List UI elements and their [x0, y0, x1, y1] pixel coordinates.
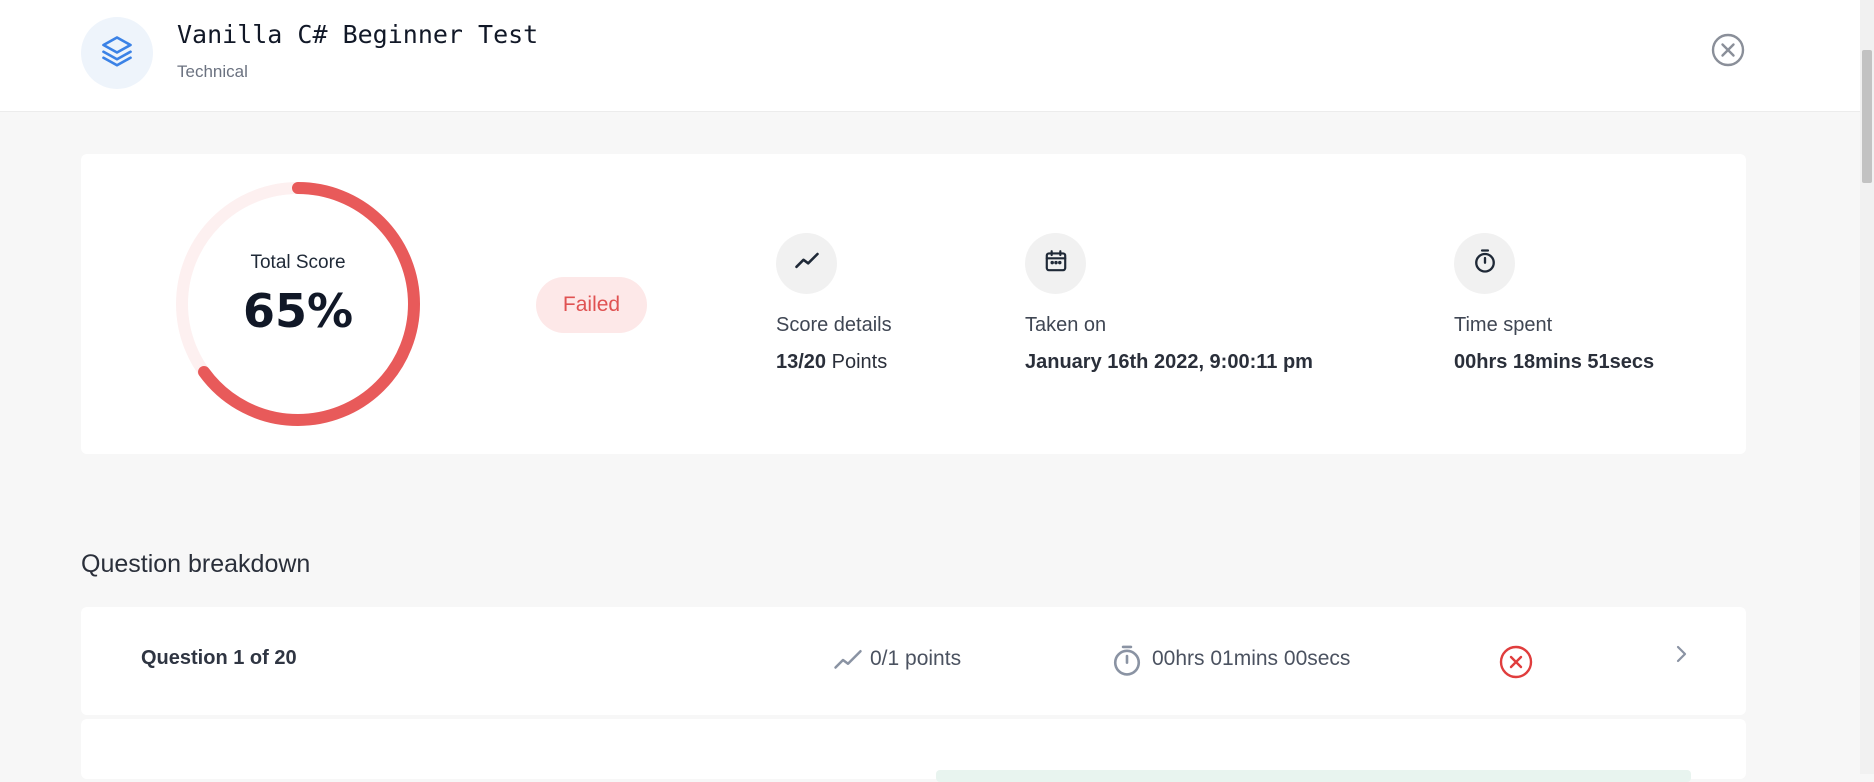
- score-details-icon-badge: [776, 233, 837, 294]
- test-category: Technical: [177, 62, 248, 81]
- status-badge: Failed: [536, 277, 647, 333]
- stack-layers-icon: [99, 33, 135, 74]
- question-detail-card: [81, 719, 1746, 782]
- total-score-value: 65%: [242, 284, 354, 338]
- score-details-label: Score details: [776, 314, 892, 336]
- test-logo: [81, 17, 153, 89]
- trend-line-icon: [793, 247, 821, 280]
- stopwatch-icon: [1111, 643, 1143, 682]
- scrollbar-thumb[interactable]: [1862, 50, 1872, 183]
- scrollbar[interactable]: [1860, 0, 1874, 774]
- test-header: Vanilla C# Beginner Test Technical: [0, 0, 1860, 112]
- question-time: 00hrs 01mins 00secs: [1152, 647, 1351, 670]
- page-title: Vanilla C# Beginner Test: [177, 20, 539, 49]
- taken-on-icon-badge: [1025, 233, 1086, 294]
- close-circle-icon: [1711, 33, 1745, 72]
- trend-line-icon: [833, 647, 863, 678]
- question-title: Question 1 of 20: [141, 647, 297, 669]
- time-spent-label: Time spent: [1454, 314, 1553, 336]
- time-spent-value: 00hrs 18mins 51secs: [1454, 351, 1655, 373]
- chevron-right-icon[interactable]: [1671, 642, 1691, 671]
- taken-on-value: January 16th 2022, 9:00:11 pm: [1025, 351, 1313, 373]
- answer-option[interactable]: [936, 770, 1691, 782]
- time-spent-icon-badge: [1454, 233, 1515, 294]
- stopwatch-icon: [1471, 247, 1499, 280]
- question-row[interactable]: Question 1 of 20 0/1 points 00hrs 01mins…: [81, 607, 1746, 715]
- question-breakdown-heading: Question breakdown: [81, 550, 311, 578]
- question-points: 0/1 points: [870, 647, 962, 670]
- score-details-value: 13/20 Points: [776, 351, 888, 373]
- incorrect-icon: [1499, 645, 1533, 684]
- score-summary-card: Total Score 65% Failed Score details 13/…: [81, 154, 1746, 454]
- taken-on-label: Taken on: [1025, 314, 1107, 336]
- calendar-icon: [1043, 248, 1069, 279]
- total-score-label: Total Score: [250, 252, 346, 273]
- close-button[interactable]: [1710, 33, 1746, 72]
